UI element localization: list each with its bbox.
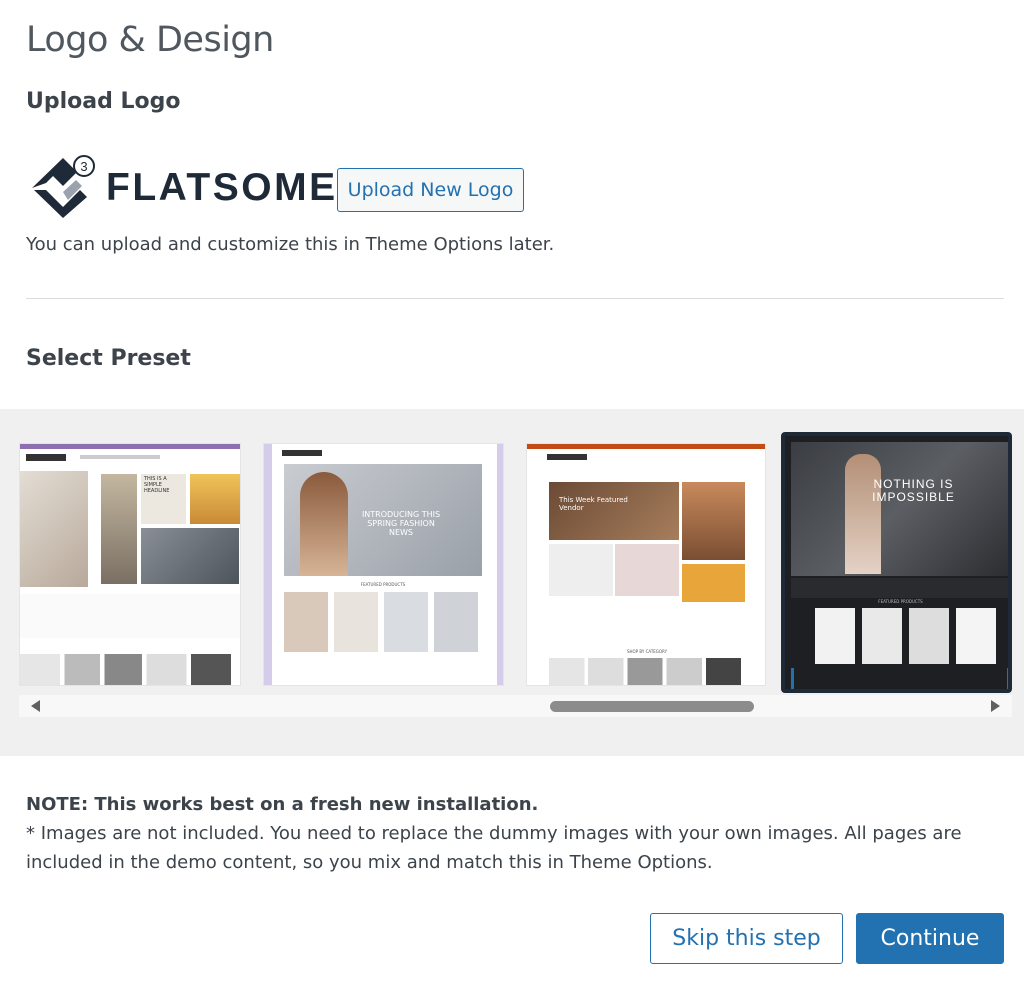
- scroll-right-icon[interactable]: [991, 700, 1000, 712]
- preset-section-label: FEATURED PRODUCTS: [360, 582, 406, 587]
- logo-badge: 3: [80, 159, 87, 174]
- preset-thumbnail[interactable]: This Week Featured Vendor SHOP BY CATEGO…: [526, 443, 766, 686]
- preset-thumbnail[interactable]: INTRODUCING THIS SPRING FASHION NEWS FEA…: [263, 443, 504, 686]
- page-title: Logo & Design: [26, 20, 274, 60]
- preset-headline: This Week Featured Vendor: [559, 496, 628, 512]
- flatsome-logo: 3 FLATSOME: [30, 154, 335, 220]
- preset-headline: INTRODUCING THIS SPRING FASHION NEWS: [361, 510, 441, 537]
- flatsome-logo-icon: 3: [32, 155, 95, 218]
- preset-thumbnail[interactable]: THIS IS A SIMPLE HEADLINE: [19, 443, 241, 686]
- preset-headline: NOTHING IS IMPOSSIBLE: [872, 477, 955, 504]
- upload-hint: You can upload and customize this in The…: [26, 234, 555, 255]
- note-bold: NOTE: This works best on a fresh new ins…: [26, 794, 539, 815]
- installation-note: NOTE: This works best on a fresh new ins…: [26, 790, 1006, 877]
- preset-section-label: SHOP BY CATEGORY: [626, 649, 668, 654]
- note-text: * Images are not included. You need to r…: [26, 823, 962, 873]
- continue-button[interactable]: Continue: [856, 913, 1004, 964]
- skip-step-button[interactable]: Skip this step: [650, 913, 843, 964]
- preset-thumbnail-selected[interactable]: NOTHING IS IMPOSSIBLE FEATURED PRODUCTS: [781, 432, 1012, 693]
- scrollbar-thumb[interactable]: [550, 701, 754, 712]
- preset-scrollbar[interactable]: [19, 695, 1012, 717]
- upload-logo-heading: Upload Logo: [26, 89, 181, 114]
- preset-section-label: FEATURED PRODUCTS: [878, 599, 923, 604]
- preset-headline: THIS IS A SIMPLE HEADLINE: [144, 476, 170, 494]
- divider: [26, 298, 1004, 299]
- select-preset-heading: Select Preset: [26, 346, 191, 371]
- upload-new-logo-button[interactable]: Upload New Logo: [337, 168, 524, 212]
- scroll-left-icon[interactable]: [31, 700, 40, 712]
- logo-wordmark: FLATSOME: [106, 166, 338, 209]
